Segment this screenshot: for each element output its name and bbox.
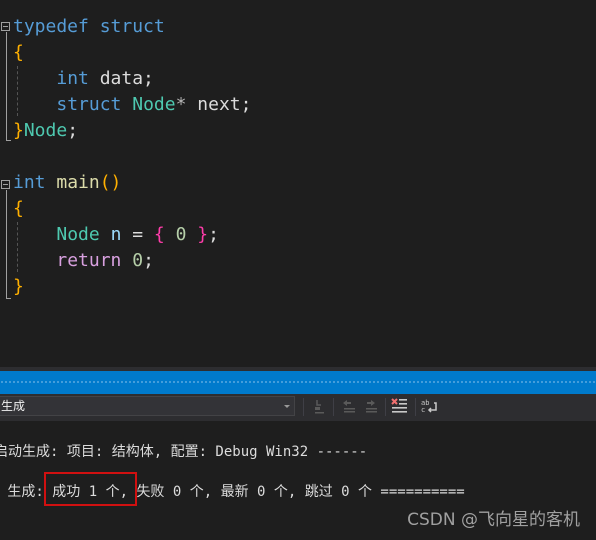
code-token: ; — [67, 120, 79, 141]
code-token: { — [13, 198, 24, 219]
toolbar-separator — [333, 398, 334, 416]
highlight-annotation-box — [44, 472, 137, 506]
output-panel[interactable]: 启动生成: 项目: 结构体, 配置: Debug Win32 ------ 生成… — [0, 421, 596, 540]
output-panel-titlebar[interactable] — [0, 371, 596, 394]
code-token: struct — [99, 16, 165, 37]
find-next-icon[interactable] — [362, 397, 382, 417]
fold-guide-end — [6, 298, 11, 299]
code-token: next; — [186, 94, 252, 115]
find-previous-icon[interactable] — [340, 397, 360, 417]
watermark: CSDN @飞向星的客机 — [407, 510, 580, 530]
code-token: * — [175, 94, 187, 115]
output-source-dropdown[interactable]: 生成 — [0, 396, 295, 416]
code-token: return — [56, 250, 122, 271]
indent-guide — [17, 222, 18, 272]
code-token: int — [56, 68, 89, 89]
code-token: 0 — [175, 224, 187, 245]
code-token: struct — [56, 94, 122, 115]
code-token: n — [110, 224, 122, 245]
code-token: Node — [132, 94, 176, 115]
fold-guide-end — [6, 140, 11, 141]
code-token: int — [13, 172, 46, 193]
fold-guide — [6, 190, 7, 298]
code-token: main — [56, 172, 100, 193]
code-token: data; — [88, 68, 154, 89]
code-token: Node — [56, 224, 100, 245]
output-line: 启动生成: 项目: 结构体, 配置: Debug Win32 ------ — [0, 444, 368, 460]
code-token: ; — [143, 250, 154, 271]
code-token: } — [13, 276, 24, 297]
collapse-struct-icon[interactable] — [1, 22, 10, 31]
toolbar-separator — [303, 398, 304, 416]
svg-text:c: c — [421, 406, 425, 414]
code-token: = — [121, 224, 154, 245]
code-editor[interactable]: typedef struct{ int data; struct Node* n… — [0, 0, 596, 367]
code-token: { — [153, 224, 165, 245]
word-wrap-icon[interactable]: ab c — [420, 397, 440, 417]
code-token: () — [99, 172, 122, 193]
toolbar-separator — [415, 398, 416, 416]
output-source-label: 生成 — [1, 399, 26, 413]
code-token: ; — [208, 224, 219, 245]
chevron-down-icon — [284, 405, 290, 408]
go-to-previous-message-icon[interactable] — [309, 397, 329, 417]
fold-guide — [6, 32, 7, 140]
indent-guide — [17, 66, 18, 116]
code-token: 0 — [132, 250, 144, 271]
code-token: } — [13, 120, 24, 141]
code-token: { — [13, 42, 24, 63]
clear-all-icon[interactable] — [391, 397, 411, 417]
output-toolbar: 生成 ab c — [0, 394, 596, 421]
code-token: Node — [23, 120, 68, 141]
code-token: } — [197, 224, 209, 245]
code-token: typedef — [13, 16, 89, 37]
toolbar-separator — [385, 398, 386, 416]
collapse-main-icon[interactable] — [1, 180, 10, 189]
